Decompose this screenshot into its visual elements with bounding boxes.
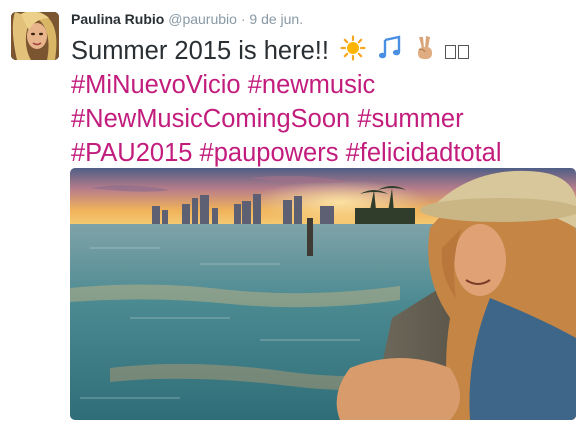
author-handle[interactable]: @paurubio [168,11,237,27]
sun-emoji [340,35,366,70]
hashtag-summer[interactable]: #summer [357,105,463,133]
missing-glyph-box [458,45,470,60]
author-avatar[interactable] [11,12,59,60]
hashtag-pau2015[interactable]: #PAU2015 [71,139,192,167]
tweet-photo[interactable] [70,168,576,420]
victory-hand-emoji [414,35,436,70]
avatar-image [11,12,59,60]
sunset-bay-photo [70,168,576,420]
header-separator: · [240,11,246,27]
tweet-header: Paulina Rubio @paurubio · 9 de jun. [71,10,303,28]
tweet-line-1: Summer 2015 is here!! [71,34,581,68]
tweet-line-2: #MiNuevoVicio #newmusic [71,68,581,102]
missing-glyph-box [445,45,457,60]
musical-notes-emoji [377,35,403,70]
hashtag-newmusiccomingsoon[interactable]: #NewMusicComingSoon [71,105,350,133]
tweet-line-4: #PAU2015 #paupowers #felicidadtotal [71,136,581,170]
author-name[interactable]: Paulina Rubio [71,11,164,27]
hashtag-paupowers[interactable]: #paupowers [200,139,339,167]
tweet-timestamp[interactable]: 9 de jun. [249,11,303,27]
hashtag-minuevovicio[interactable]: #MiNuevoVicio [71,71,241,99]
tweet-text-start: Summer 2015 is here!! [71,37,329,65]
tweet-line-3: #NewMusicComingSoon #summer [71,102,581,136]
hashtag-newmusic[interactable]: #newmusic [248,71,376,99]
tweet-text: Summer 2015 is here!! #MiNuevoVicio #new… [71,34,581,170]
hashtag-felicidadtotal[interactable]: #felicidadtotal [346,139,502,167]
